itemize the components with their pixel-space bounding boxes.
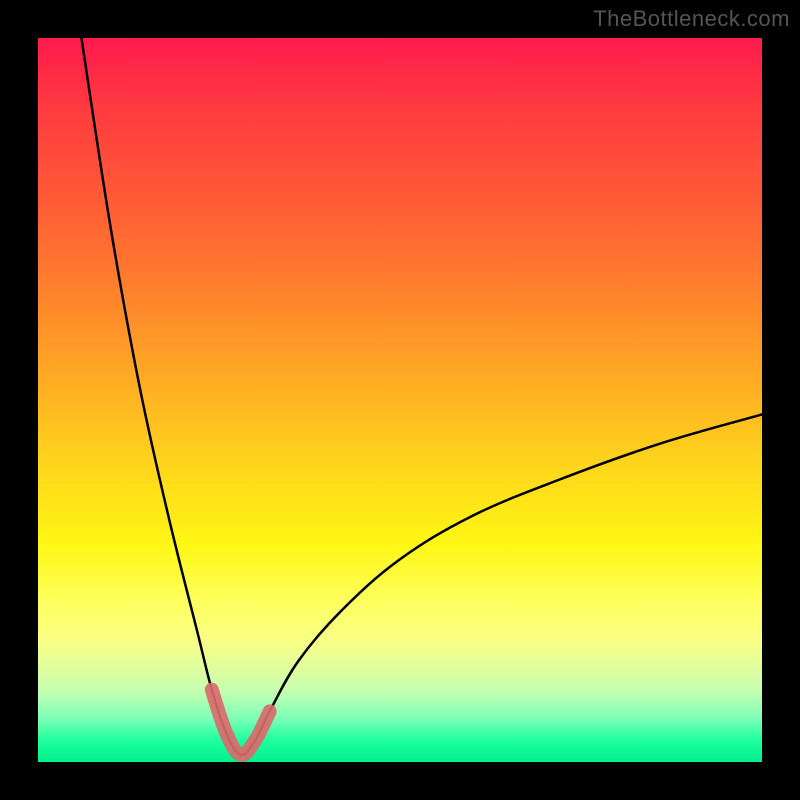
bottleneck-curve (81, 38, 762, 755)
watermark-text: TheBottleneck.com (593, 6, 790, 32)
chart-frame: TheBottleneck.com (0, 0, 800, 800)
plot-area (38, 38, 762, 762)
optimal-range-highlight (212, 690, 270, 755)
curve-layer (38, 38, 762, 762)
